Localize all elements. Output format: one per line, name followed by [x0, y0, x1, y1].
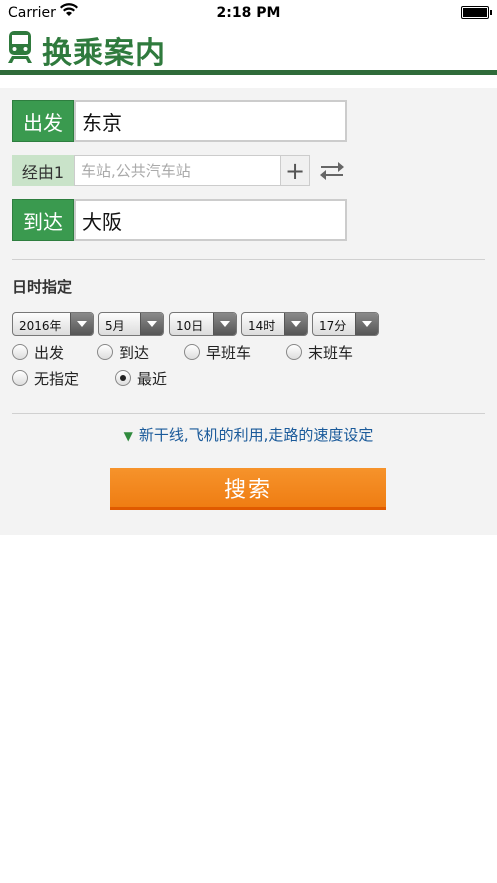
to-station-input[interactable]: 大阪 — [74, 199, 347, 241]
radio-depart-label: 出发 — [34, 343, 65, 362]
from-station-row: 出发 东京 — [12, 100, 347, 142]
swap-stations-icon[interactable] — [318, 156, 346, 184]
chevron-down-icon — [355, 313, 378, 335]
battery-icon — [461, 6, 492, 19]
via-tag: 经由1 — [12, 155, 74, 186]
speed-settings-label: 新干线,飞机的利用,走路的速度设定 — [138, 426, 374, 444]
radio-last-train[interactable]: 末班车 — [286, 341, 353, 363]
radio-recent-label: 最近 — [137, 369, 168, 388]
hour-value: 14时 — [248, 319, 276, 333]
clock: 2:18 PM — [216, 5, 281, 21]
chevron-down-icon — [284, 313, 307, 335]
datetime-title: 日时指定 — [12, 278, 73, 296]
radio-first-train[interactable]: 早班车 — [184, 341, 251, 363]
via-station-row: 经由1 车站,公共汽车站 + — [12, 155, 310, 186]
month-value: 5月 — [105, 319, 125, 333]
radio-arrive-label: 到达 — [119, 343, 150, 362]
to-tag: 到达 — [12, 199, 74, 241]
day-select[interactable]: 10日 — [169, 312, 237, 336]
radio-first-train-label: 早班车 — [206, 343, 252, 362]
radio-last-train-label: 末班车 — [308, 343, 354, 362]
status-bar: Carrier 2:18 PM — [0, 0, 497, 26]
app-header: 换乘案内 — [0, 26, 497, 71]
app-title: 换乘案内 — [42, 36, 166, 71]
from-station-input[interactable]: 东京 — [74, 100, 347, 142]
radio-icon — [12, 344, 28, 360]
chevron-down-icon — [213, 313, 236, 335]
divider — [12, 413, 485, 414]
radio-depart[interactable]: 出发 — [12, 341, 64, 363]
month-select[interactable]: 5月 — [98, 312, 164, 336]
year-select[interactable]: 2016年 — [12, 312, 94, 336]
minute-value: 17分 — [319, 319, 347, 333]
train-icon — [6, 29, 34, 65]
radio-unspecified[interactable]: 无指定 — [12, 367, 79, 389]
speed-settings-link[interactable]: ▼ 新干线,飞机的利用,走路的速度设定 — [0, 424, 497, 445]
search-button[interactable]: 搜索 — [110, 468, 386, 510]
to-station-row: 到达 大阪 — [12, 199, 347, 241]
via-station-input[interactable]: 车站,公共汽车站 — [74, 155, 281, 186]
minute-select[interactable]: 17分 — [312, 312, 379, 336]
radio-icon — [286, 344, 302, 360]
radio-icon — [12, 370, 28, 386]
radio-selected-icon — [115, 370, 131, 386]
divider — [12, 259, 485, 260]
day-value: 10日 — [176, 319, 204, 333]
radio-icon — [97, 344, 113, 360]
radio-icon — [184, 344, 200, 360]
chevron-down-icon — [70, 313, 93, 335]
chevron-down-icon — [140, 313, 163, 335]
hour-select[interactable]: 14时 — [241, 312, 308, 336]
radio-recent[interactable]: 最近 — [115, 367, 167, 389]
add-via-button[interactable]: + — [280, 155, 310, 186]
radio-arrive[interactable]: 到达 — [97, 341, 149, 363]
triangle-down-icon: ▼ — [123, 429, 133, 443]
year-value: 2016年 — [19, 319, 62, 333]
from-tag: 出发 — [12, 100, 74, 142]
header-divider — [0, 70, 497, 75]
radio-unspecified-label: 无指定 — [34, 369, 80, 388]
